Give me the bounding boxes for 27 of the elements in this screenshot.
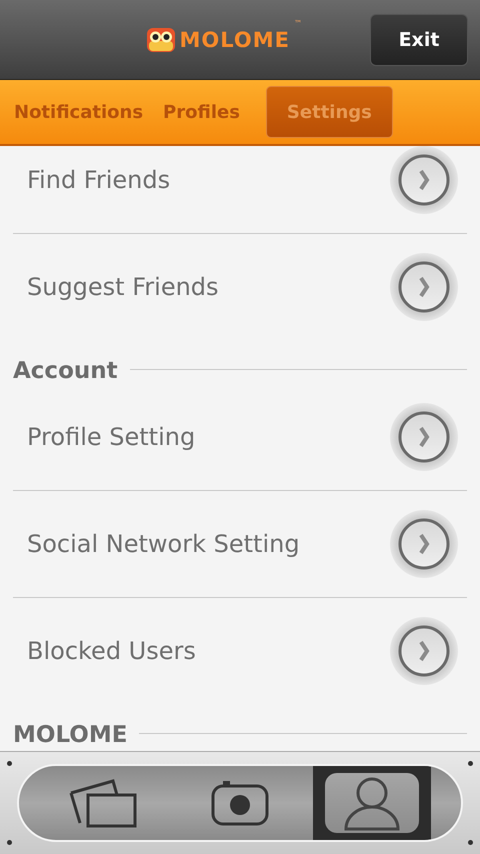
section-heading: Account (13, 358, 118, 384)
person-icon (343, 775, 401, 831)
photos-icon (68, 777, 138, 829)
row-label: Find Friends (27, 166, 170, 194)
profile-tab[interactable] (313, 766, 431, 840)
row-label: Blocked Users (27, 637, 196, 665)
chevron-button-icon[interactable] (389, 146, 459, 215)
settings-row[interactable]: Suggest Friends (13, 234, 467, 340)
chevron-button-icon[interactable] (389, 252, 459, 322)
section-heading: MOLOME (13, 722, 128, 748)
chevron-button-icon[interactable] (389, 509, 459, 579)
trademark: ™ (294, 18, 302, 28)
chevron-button-icon[interactable] (389, 616, 459, 686)
tab[interactable]: Notifications (6, 86, 152, 138)
logo-text: MOLOME (180, 28, 290, 52)
row-label: Social Network Setting (27, 530, 300, 558)
row-label: Profile Setting (27, 423, 196, 451)
settings-row[interactable]: Blocked Users (13, 598, 467, 704)
settings-row[interactable]: Profile Setting (13, 384, 467, 490)
settings-row[interactable]: Social Network Setting (13, 491, 467, 597)
tab[interactable]: Profiles (155, 86, 248, 138)
chevron-button-icon[interactable] (389, 402, 459, 472)
exit-button[interactable]: Exit (370, 14, 468, 66)
camera-icon (211, 780, 269, 826)
owl-logo-icon (146, 26, 176, 52)
settings-row[interactable]: Find Friends (13, 146, 467, 233)
row-label: Suggest Friends (27, 273, 219, 301)
